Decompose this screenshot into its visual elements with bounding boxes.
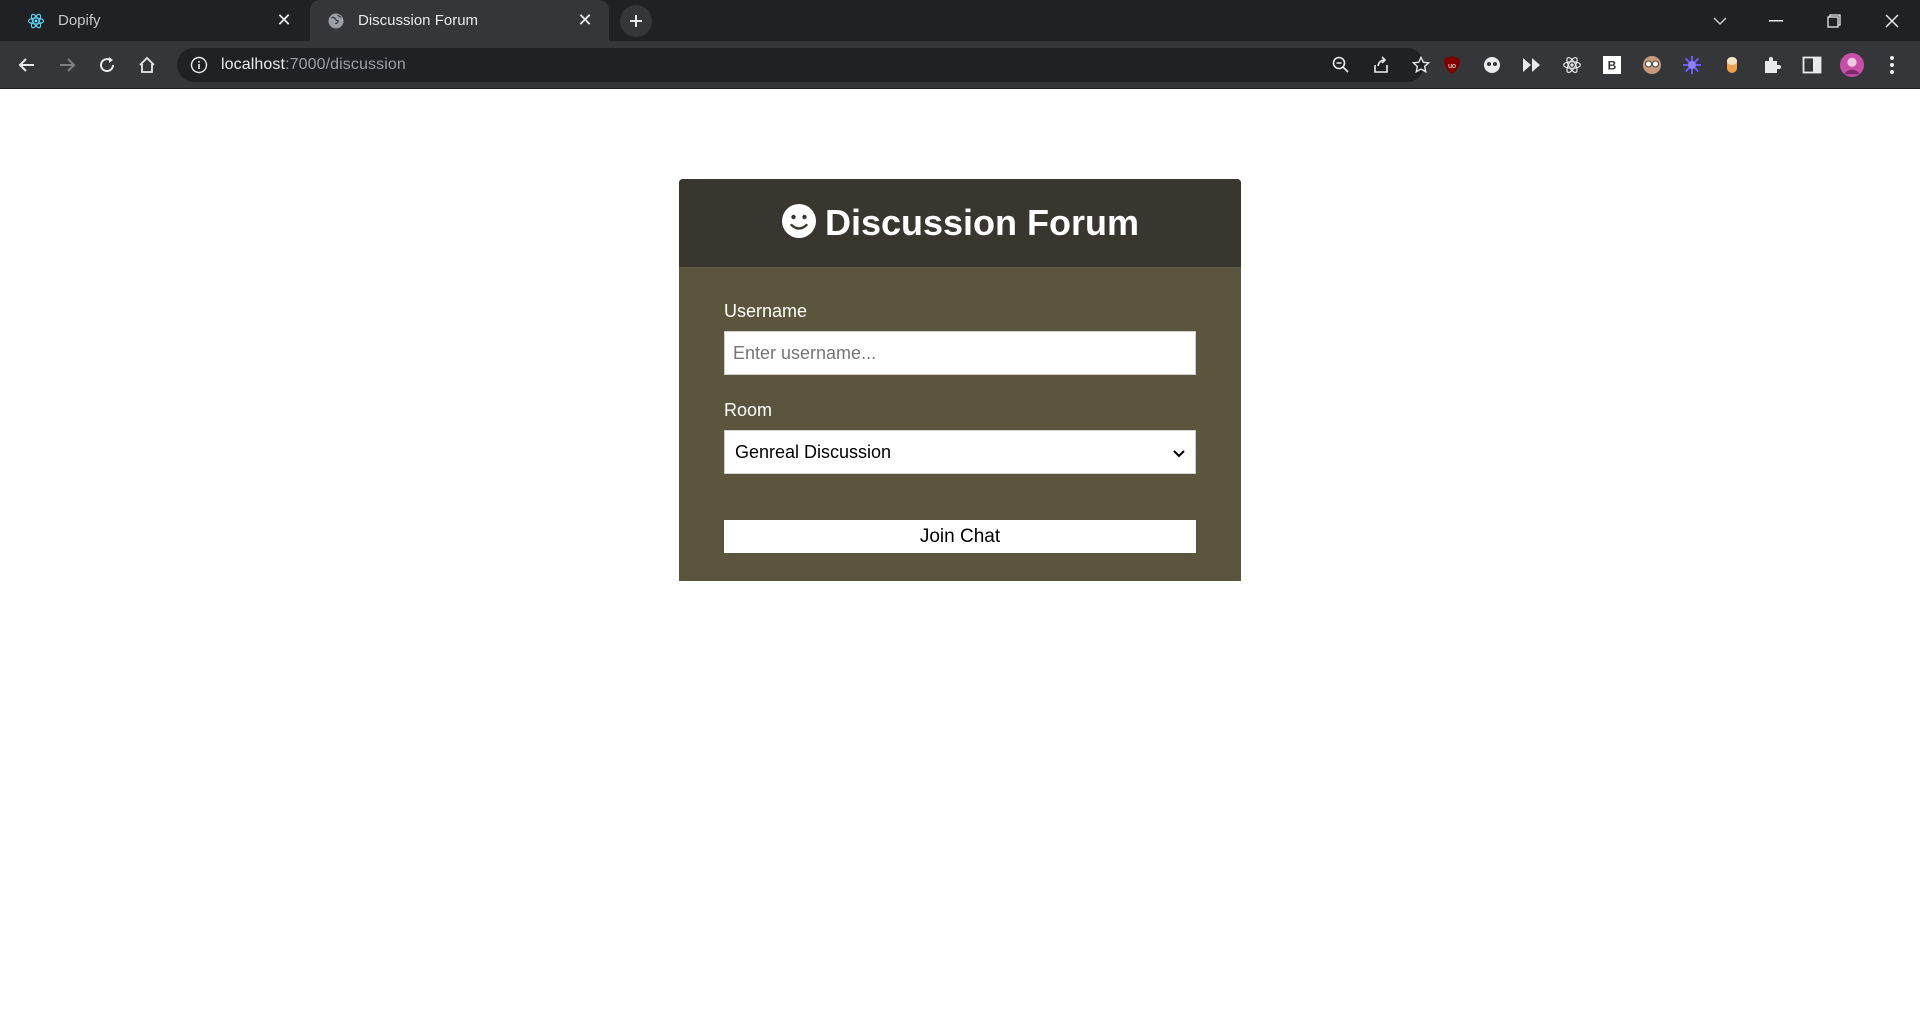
b-extension-icon[interactable]: B xyxy=(1600,53,1624,77)
share-icon[interactable] xyxy=(1364,55,1398,75)
ghost-extension-icon[interactable] xyxy=(1480,53,1504,77)
url-text: localhost:7000/discussion xyxy=(221,56,406,74)
tab-label: Discussion Forum xyxy=(358,12,479,29)
svg-text:uo: uo xyxy=(1448,63,1456,70)
ublock-icon[interactable]: uo xyxy=(1440,53,1464,77)
address-bar[interactable]: localhost:7000/discussion xyxy=(177,48,1430,82)
reload-icon[interactable] xyxy=(90,48,124,82)
site-info-icon[interactable] xyxy=(189,55,209,75)
page-title: Discussion Forum xyxy=(824,202,1140,243)
username-label: Username xyxy=(724,301,808,321)
side-panel-icon[interactable] xyxy=(1800,53,1824,77)
home-icon[interactable] xyxy=(130,48,164,82)
smile-icon xyxy=(781,203,817,244)
fast-forward-icon[interactable] xyxy=(1520,53,1544,77)
profile-avatar[interactable] xyxy=(1840,53,1864,77)
room-label: Room xyxy=(724,400,773,420)
bookmark-star-icon[interactable] xyxy=(1404,55,1438,75)
join-chat-button[interactable]: Join Chat xyxy=(724,520,1196,553)
tab-strip: Dopify ✕ Discussion Forum ✕ xyxy=(0,0,1920,41)
forward-icon[interactable] xyxy=(50,48,84,82)
close-tab-icon[interactable]: ✕ xyxy=(573,9,597,33)
back-icon[interactable] xyxy=(10,48,44,82)
new-tab-button[interactable] xyxy=(620,5,652,37)
chevron-down-icon xyxy=(1173,442,1185,463)
tab-discussion-forum[interactable]: Discussion Forum ✕ xyxy=(310,0,609,41)
room-select[interactable]: Genreal Discussion xyxy=(724,430,1196,474)
sparkle-extension-icon[interactable] xyxy=(1680,53,1704,77)
page-viewport: Discussion Forum Username Room Genreal D… xyxy=(0,89,1920,1018)
join-form: Username Room Genreal Discussion Join Ch… xyxy=(679,267,1241,553)
tab-dopify[interactable]: Dopify ✕ xyxy=(10,0,308,41)
card-header: Discussion Forum xyxy=(679,179,1241,267)
zoom-icon[interactable] xyxy=(1324,55,1358,75)
close-tab-icon[interactable]: ✕ xyxy=(272,9,296,33)
username-input[interactable] xyxy=(724,331,1196,375)
close-window-icon[interactable] xyxy=(1864,0,1920,41)
capsule-extension-icon[interactable] xyxy=(1720,53,1744,77)
tab-label: Dopify xyxy=(58,12,101,29)
extensions-puzzle-icon[interactable] xyxy=(1760,53,1784,77)
glasses-extension-icon[interactable] xyxy=(1640,53,1664,77)
browser-toolbar: localhost:7000/discussion uo B xyxy=(0,41,1920,89)
url-path: :7000/discussion xyxy=(285,56,406,73)
react-devtools-icon[interactable] xyxy=(1560,53,1584,77)
globe-icon xyxy=(326,11,346,31)
svg-text:B: B xyxy=(1608,59,1617,73)
browser-menu-icon[interactable] xyxy=(1880,53,1904,77)
tab-search-icon[interactable] xyxy=(1692,0,1748,41)
url-host: localhost xyxy=(221,56,286,73)
restore-icon[interactable] xyxy=(1806,0,1862,41)
minimize-icon[interactable] xyxy=(1748,0,1804,41)
room-selected-value: Genreal Discussion xyxy=(735,441,892,462)
join-card: Discussion Forum Username Room Genreal D… xyxy=(679,179,1241,581)
react-icon xyxy=(26,11,46,31)
